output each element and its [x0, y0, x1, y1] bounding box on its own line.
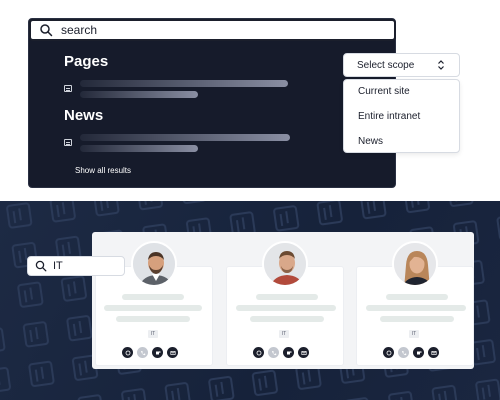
document-icon [64, 85, 72, 92]
scope-option-current-site[interactable]: Current site [358, 86, 410, 97]
department-tag: IT [409, 330, 419, 338]
search-icon [40, 24, 53, 37]
scope-dropdown-menu: Current site Entire intranet News [343, 79, 460, 153]
people-filter-value: IT [53, 260, 63, 272]
person-name-placeholder [122, 294, 184, 300]
phone-icon[interactable] [268, 347, 279, 358]
result-item-page[interactable] [64, 85, 72, 92]
person-detail-placeholder [250, 316, 324, 322]
result-snippet-placeholder [80, 145, 198, 152]
scope-option-entire-intranet[interactable]: Entire intranet [358, 111, 420, 122]
person-title-placeholder [366, 305, 466, 311]
section-title-pages: Pages [64, 53, 109, 70]
scope-select-label: Select scope [357, 59, 415, 71]
chevron-up-down-icon [438, 60, 444, 70]
page-root: search Pages News Show all results Selec… [0, 0, 500, 400]
avatar [131, 241, 177, 287]
scope-select[interactable]: Select scope [343, 53, 460, 77]
search-query-text: search [61, 23, 98, 37]
person-name-placeholder [256, 294, 318, 300]
section-title-news: News [64, 107, 104, 124]
result-title-placeholder [80, 80, 288, 87]
teams-icon[interactable] [283, 347, 294, 358]
teams-icon[interactable] [152, 347, 163, 358]
show-all-results-link[interactable]: Show all results [75, 166, 131, 175]
chat-icon[interactable] [253, 347, 264, 358]
contact-actions [122, 347, 178, 358]
mail-icon[interactable] [428, 347, 439, 358]
chat-icon[interactable] [383, 347, 394, 358]
teams-icon[interactable] [413, 347, 424, 358]
contact-actions [383, 347, 439, 358]
phone-icon[interactable] [398, 347, 409, 358]
result-item-news[interactable] [64, 139, 72, 146]
person-detail-placeholder [116, 316, 190, 322]
people-filter-input[interactable]: IT [27, 256, 125, 276]
mail-icon[interactable] [167, 347, 178, 358]
person-name-placeholder [386, 294, 448, 300]
person-title-placeholder [104, 305, 202, 311]
result-snippet-placeholder [80, 91, 198, 98]
search-input[interactable]: search [29, 19, 396, 41]
mail-icon[interactable] [298, 347, 309, 358]
department-tag: IT [279, 330, 289, 338]
avatar [392, 241, 438, 287]
chat-icon[interactable] [122, 347, 133, 358]
department-tag: IT [148, 330, 158, 338]
scope-option-news[interactable]: News [358, 136, 383, 147]
phone-icon[interactable] [137, 347, 148, 358]
search-results-panel [28, 18, 396, 188]
result-title-placeholder [80, 134, 290, 141]
avatar [262, 241, 308, 287]
search-icon [35, 260, 47, 272]
document-icon [64, 139, 72, 146]
contact-actions [253, 347, 309, 358]
person-title-placeholder [236, 305, 336, 311]
person-detail-placeholder [380, 316, 454, 322]
